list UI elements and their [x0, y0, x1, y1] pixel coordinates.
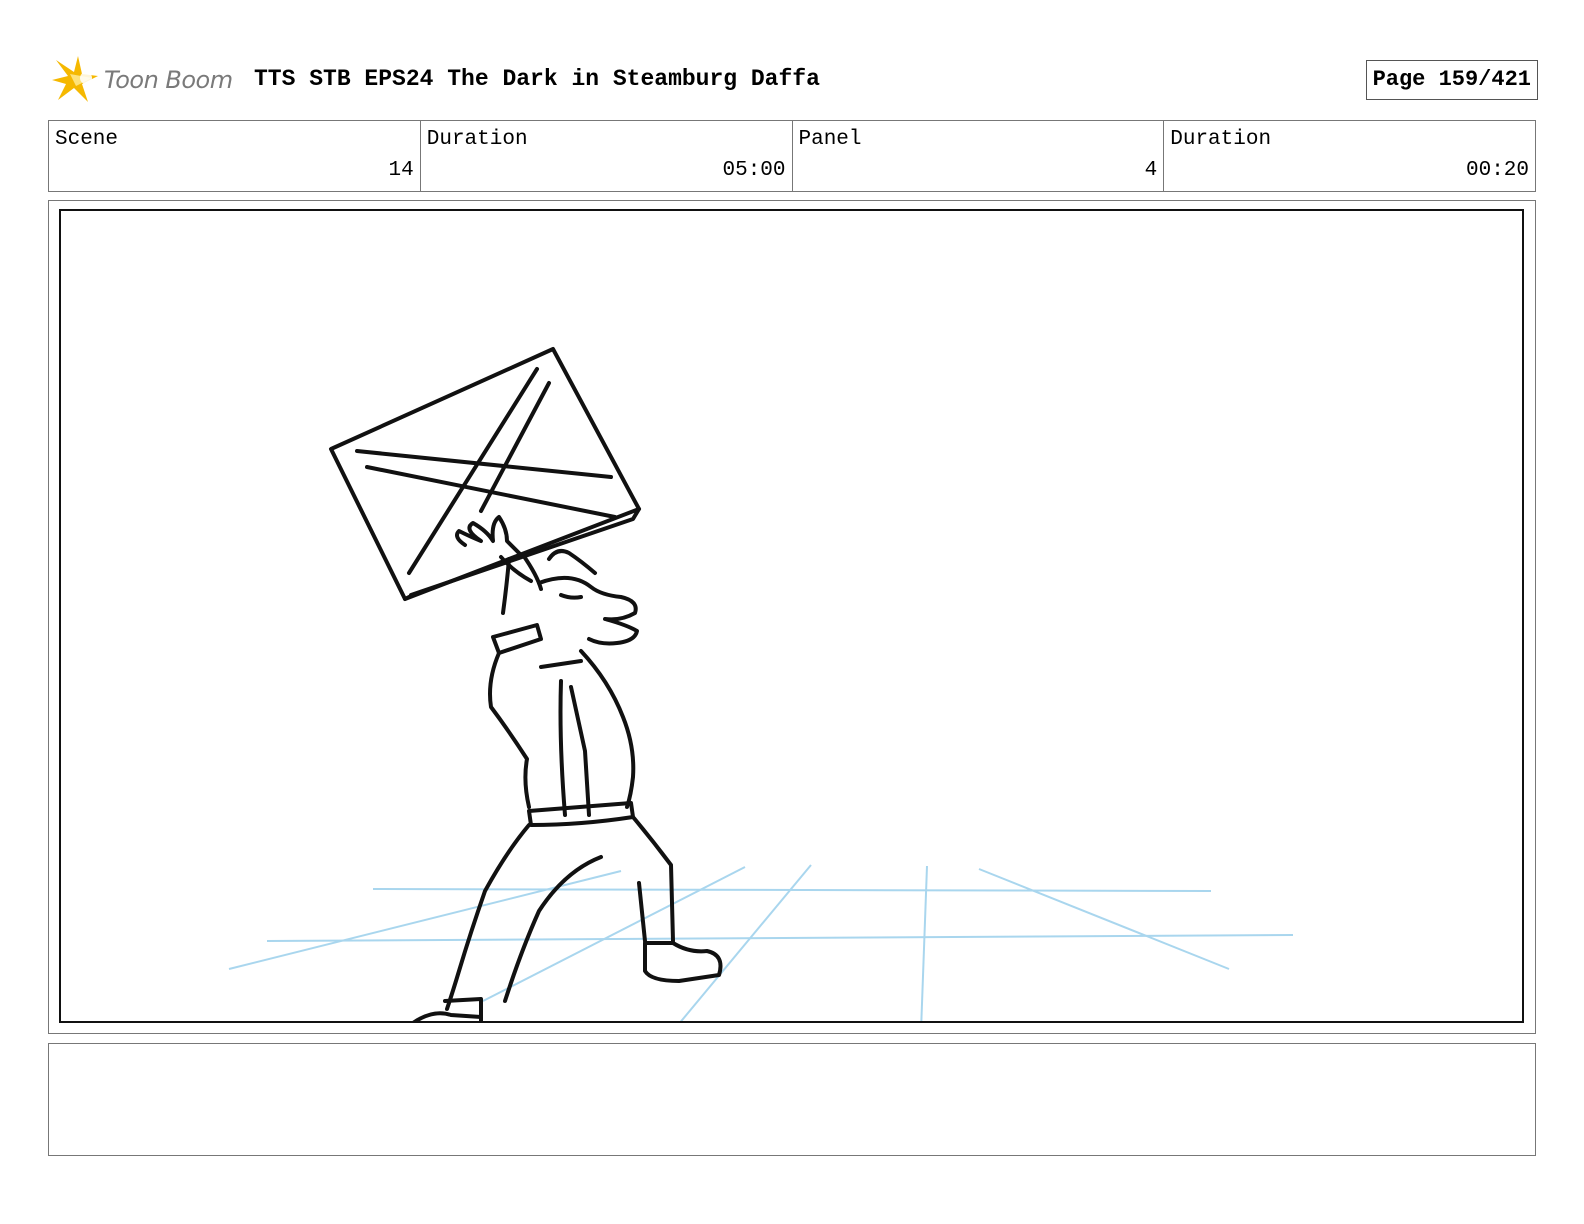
scene-duration-cell: Duration 05:00: [421, 121, 793, 191]
scene-cell: Scene 14: [49, 121, 421, 191]
scene-label: Scene: [55, 128, 119, 151]
storyboard-panel: [59, 209, 1524, 1023]
character-drawing: [412, 515, 723, 1021]
panel-sketch: [228, 347, 1294, 1021]
storyboard-panel-frame: [48, 200, 1536, 1034]
panel-cell: Panel 4: [793, 121, 1165, 191]
page-header: Toon Boom TTS STB EPS24 The Dark in Stea…: [48, 52, 1538, 108]
document-title: TTS STB EPS24 The Dark in Steamburg Daff…: [254, 66, 820, 92]
panel-duration-value: 00:20: [1465, 159, 1529, 182]
scene-duration-value: 05:00: [722, 159, 786, 182]
panel-notes: [48, 1043, 1536, 1156]
scene-duration-label: Duration: [426, 128, 528, 151]
panel-duration-cell: Duration 00:20: [1164, 121, 1535, 191]
page-number: Page 159/421: [1365, 60, 1538, 100]
scene-value: 14: [388, 159, 414, 182]
scene-info-table: Scene 14 Duration 05:00 Panel 4 Duration…: [48, 120, 1536, 192]
toon-boom-star-icon: [52, 56, 98, 102]
panel-label: Panel: [798, 128, 862, 151]
panel-duration-label: Duration: [1170, 128, 1272, 151]
logo-text: Toon Boom: [104, 66, 233, 94]
panel-value: 4: [1144, 159, 1158, 182]
perspective-guides: [228, 864, 1294, 1021]
box-drawing: [329, 347, 641, 601]
toon-boom-logo: Toon Boom: [48, 54, 248, 106]
